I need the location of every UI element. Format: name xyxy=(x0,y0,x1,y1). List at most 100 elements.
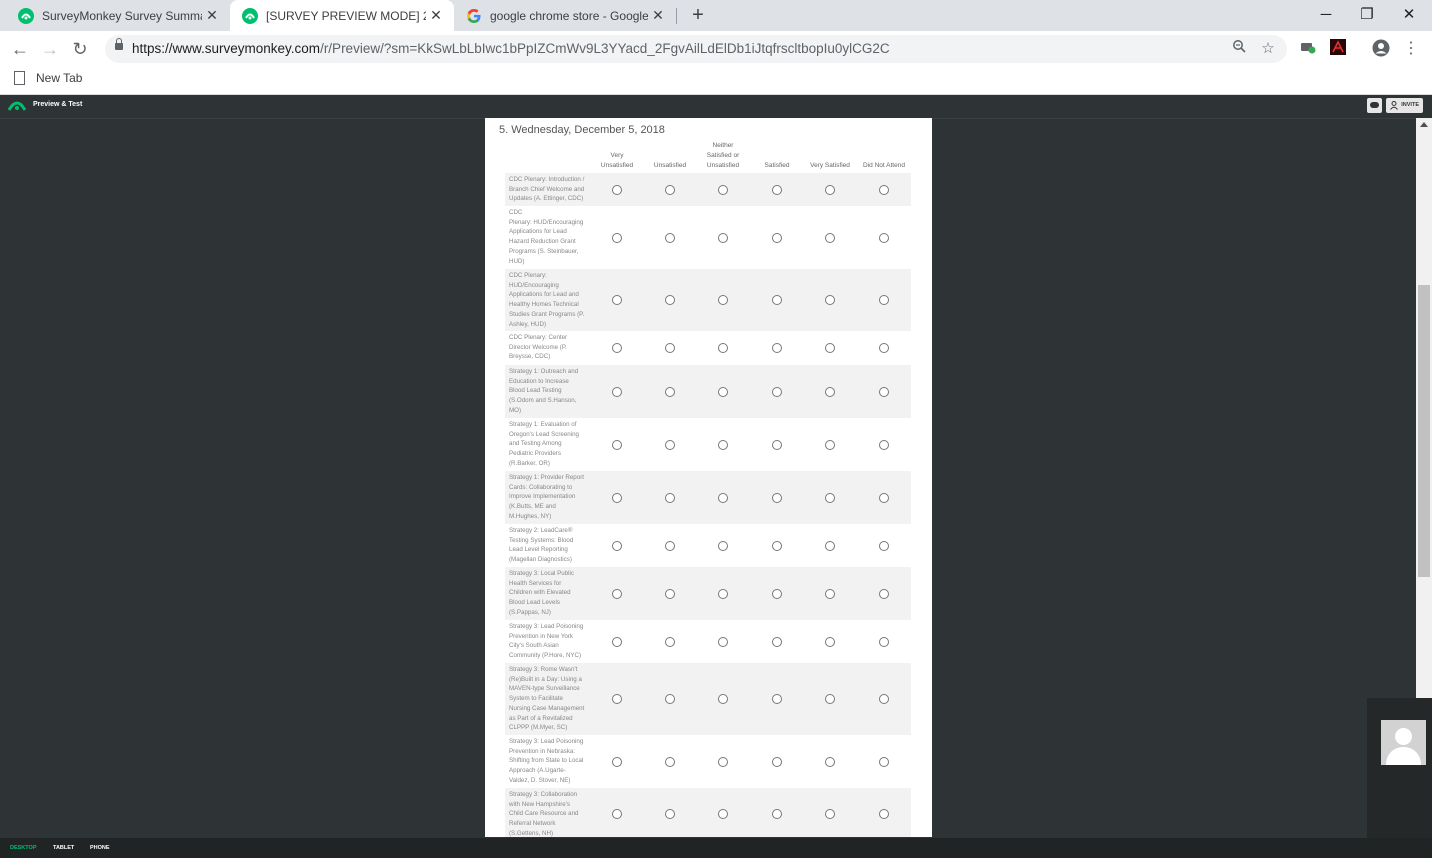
avatar[interactable] xyxy=(1381,720,1426,765)
radio-button[interactable] xyxy=(665,439,675,450)
tab-surveymonkey-summary[interactable]: SurveyMonkey Survey Summary ✕ xyxy=(0,0,230,31)
radio-button[interactable] xyxy=(772,756,782,767)
device-desktop[interactable]: DESKTOP xyxy=(10,845,37,851)
radio-button[interactable] xyxy=(665,636,675,647)
radio-button[interactable] xyxy=(612,540,622,551)
close-tab-icon[interactable]: ✕ xyxy=(426,7,446,24)
radio-button[interactable] xyxy=(825,492,835,503)
radio-button[interactable] xyxy=(879,232,889,243)
radio-button[interactable] xyxy=(612,295,622,305)
bookmark-star-icon[interactable]: ☆ xyxy=(1258,39,1278,59)
radio-button[interactable] xyxy=(825,694,835,704)
radio-button[interactable] xyxy=(879,809,889,819)
comment-icon[interactable] xyxy=(1367,98,1382,113)
radio-button[interactable] xyxy=(772,809,782,819)
radio-button[interactable] xyxy=(772,184,782,195)
minimize-icon[interactable]: ─ xyxy=(1303,0,1349,31)
surveymonkey-logo-icon[interactable] xyxy=(8,100,26,111)
radio-button[interactable] xyxy=(825,439,835,450)
radio-button[interactable] xyxy=(718,756,728,767)
radio-button[interactable] xyxy=(718,184,728,195)
radio-button[interactable] xyxy=(665,588,675,599)
tab-survey-preview[interactable]: [SURVEY PREVIEW MODE] 2018 C ✕ xyxy=(230,0,454,31)
radio-button[interactable] xyxy=(718,809,728,819)
radio-button[interactable] xyxy=(612,492,622,503)
reload-icon[interactable]: ↻ xyxy=(68,37,92,61)
radio-button[interactable] xyxy=(718,439,728,450)
scroll-up-arrow-icon[interactable] xyxy=(1420,122,1428,127)
radio-button[interactable] xyxy=(612,439,622,450)
radio-button[interactable] xyxy=(879,540,889,551)
radio-button[interactable] xyxy=(665,184,675,195)
pdf-extension-icon[interactable] xyxy=(1328,39,1348,59)
radio-button[interactable] xyxy=(825,184,835,195)
url-text[interactable]: https://www.surveymonkey.com/r/Preview/?… xyxy=(132,41,890,56)
address-bar[interactable]: https://www.surveymonkey.com/r/Preview/?… xyxy=(105,35,1287,63)
radio-button[interactable] xyxy=(718,386,728,397)
radio-button[interactable] xyxy=(772,636,782,647)
radio-button[interactable] xyxy=(879,588,889,599)
radio-button[interactable] xyxy=(718,588,728,599)
radio-button[interactable] xyxy=(665,694,675,704)
radio-button[interactable] xyxy=(772,295,782,305)
new-tab-plus-icon[interactable]: + xyxy=(688,4,708,26)
back-arrow-icon[interactable]: ← xyxy=(8,37,32,61)
radio-button[interactable] xyxy=(665,386,675,397)
invite-button[interactable]: INVITE xyxy=(1386,98,1423,113)
radio-button[interactable] xyxy=(665,756,675,767)
zoom-icon[interactable] xyxy=(1229,39,1249,59)
radio-button[interactable] xyxy=(665,809,675,819)
radio-button[interactable] xyxy=(825,540,835,551)
radio-button[interactable] xyxy=(718,636,728,647)
radio-button[interactable] xyxy=(612,809,622,819)
radio-button[interactable] xyxy=(879,184,889,195)
radio-button[interactable] xyxy=(612,343,622,353)
radio-button[interactable] xyxy=(772,540,782,551)
radio-button[interactable] xyxy=(665,232,675,243)
radio-button[interactable] xyxy=(825,588,835,599)
radio-button[interactable] xyxy=(772,343,782,353)
forward-arrow-icon[interactable]: → xyxy=(38,37,62,61)
radio-button[interactable] xyxy=(718,343,728,353)
device-tablet[interactable]: TABLET xyxy=(53,845,74,851)
radio-button[interactable] xyxy=(718,492,728,503)
extension-icon[interactable] xyxy=(1298,39,1318,59)
scrollbar-thumb[interactable] xyxy=(1418,285,1430,577)
radio-button[interactable] xyxy=(612,588,622,599)
radio-button[interactable] xyxy=(718,540,728,551)
radio-button[interactable] xyxy=(772,492,782,503)
radio-button[interactable] xyxy=(718,694,728,704)
radio-button[interactable] xyxy=(665,343,675,353)
profile-account-icon[interactable] xyxy=(1371,39,1391,59)
tab-google-search[interactable]: google chrome store - Google Se ✕ xyxy=(454,0,676,31)
radio-button[interactable] xyxy=(772,232,782,243)
radio-button[interactable] xyxy=(772,694,782,704)
device-phone[interactable]: PHONE xyxy=(90,845,110,851)
radio-button[interactable] xyxy=(825,636,835,647)
radio-button[interactable] xyxy=(825,386,835,397)
radio-button[interactable] xyxy=(772,439,782,450)
radio-button[interactable] xyxy=(825,232,835,243)
radio-button[interactable] xyxy=(665,295,675,305)
radio-button[interactable] xyxy=(718,295,728,305)
radio-button[interactable] xyxy=(612,232,622,243)
radio-button[interactable] xyxy=(612,694,622,704)
radio-button[interactable] xyxy=(879,295,889,305)
radio-button[interactable] xyxy=(879,439,889,450)
radio-button[interactable] xyxy=(772,588,782,599)
radio-button[interactable] xyxy=(879,694,889,704)
radio-button[interactable] xyxy=(665,492,675,503)
restore-icon[interactable]: ❐ xyxy=(1344,0,1390,31)
radio-button[interactable] xyxy=(772,386,782,397)
page-scrollbar[interactable] xyxy=(1416,118,1432,698)
radio-button[interactable] xyxy=(718,232,728,243)
radio-button[interactable] xyxy=(612,756,622,767)
radio-button[interactable] xyxy=(825,809,835,819)
radio-button[interactable] xyxy=(879,756,889,767)
radio-button[interactable] xyxy=(879,386,889,397)
close-tab-icon[interactable]: ✕ xyxy=(202,7,222,24)
radio-button[interactable] xyxy=(879,636,889,647)
radio-button[interactable] xyxy=(879,492,889,503)
radio-button[interactable] xyxy=(825,756,835,767)
radio-button[interactable] xyxy=(612,184,622,195)
